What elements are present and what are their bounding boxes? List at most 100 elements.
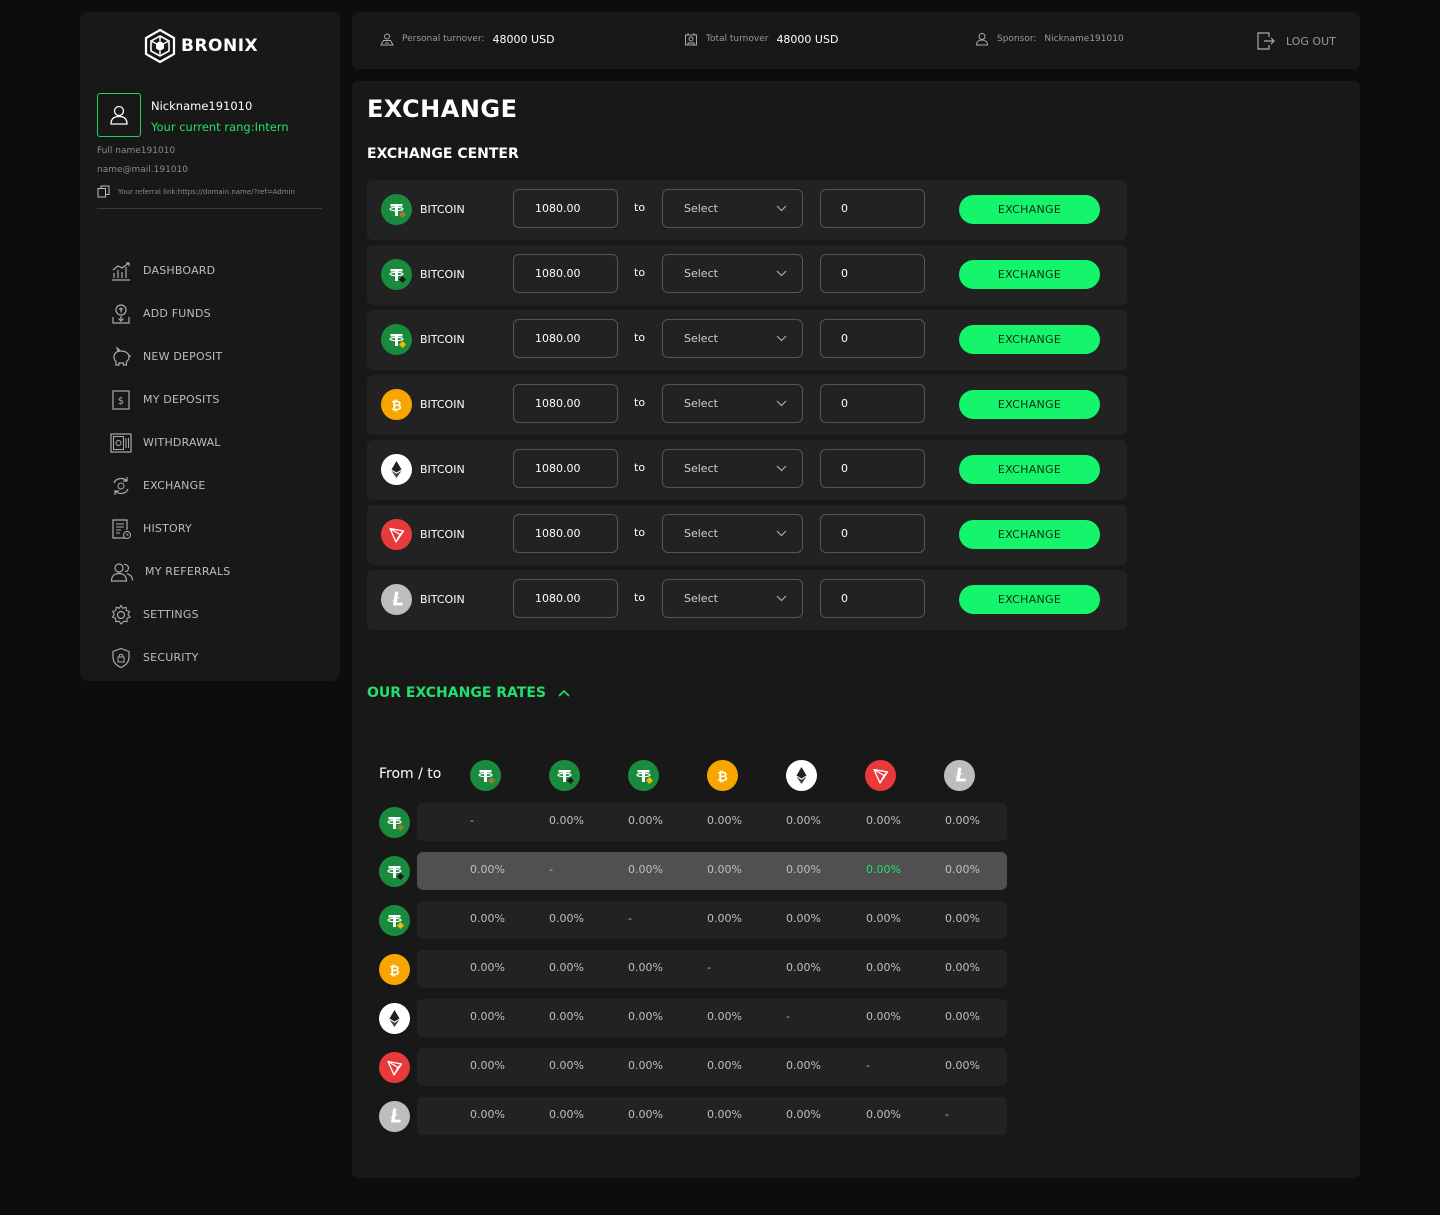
rates-column-trx-icon	[865, 760, 896, 791]
exchange-button[interactable]: EXCHANGE	[959, 325, 1100, 354]
rate-cell: -	[470, 814, 474, 827]
rate-cell: 0.00%	[866, 1010, 901, 1023]
exchange-rates-toggle[interactable]: OUR EXCHANGE RATES	[367, 685, 570, 701]
sidebar-item-label: SECURITY	[143, 651, 199, 664]
result-field[interactable]	[820, 384, 925, 423]
target-currency-select[interactable]: Select	[662, 254, 803, 293]
coin-name: BITCOIN	[420, 268, 465, 281]
amount-input[interactable]	[513, 514, 618, 553]
total-turnover-value: 48000 USD	[776, 32, 839, 46]
amount-input[interactable]	[513, 384, 618, 423]
email: name@mail.191010	[97, 165, 189, 175]
amount-input[interactable]	[513, 449, 618, 488]
exchange-row: BITCOIN to Select EXCHANGE	[367, 310, 1127, 370]
result-field[interactable]	[820, 579, 925, 618]
main-panel: EXCHANGE EXCHANGE CENTER BITCOIN to Select…	[352, 81, 1360, 1178]
rates-column-usdt-3-icon	[628, 760, 659, 791]
amount-input[interactable]	[513, 189, 618, 228]
sidebar-item-history[interactable]: HISTORY	[110, 507, 320, 550]
coin-name: BITCOIN	[420, 398, 465, 411]
result-field[interactable]	[820, 514, 925, 553]
sidebar-item-security[interactable]: SECURITY	[110, 636, 320, 679]
rate-cell: 0.00%	[628, 1108, 663, 1121]
exchange-icon	[113, 476, 129, 495]
rates-row[interactable]: 0.00% - 0.00% 0.00% 0.00% 0.00% 0.00%	[417, 852, 1007, 890]
exchange-button[interactable]: EXCHANGE	[959, 455, 1100, 484]
exchange-row: BITCOIN to Select EXCHANGE	[367, 570, 1127, 630]
amount-input[interactable]	[513, 579, 618, 618]
sponsor: Sponsor: Nickname191010	[975, 32, 1124, 46]
rate-cell: 0.00%	[470, 1010, 505, 1023]
rate-cell: -	[866, 1059, 870, 1072]
chevron-down-icon	[776, 205, 787, 212]
rate-cell: 0.00%	[945, 1059, 980, 1072]
nickname: Nickname191010	[151, 99, 253, 113]
user-icon	[975, 33, 989, 46]
sidebar-item-label: HISTORY	[143, 522, 192, 535]
amount-input[interactable]	[513, 319, 618, 358]
chevron-down-icon	[776, 465, 787, 472]
rates-row: 0.00% 0.00% 0.00% 0.00% - 0.00% 0.00%	[417, 999, 1007, 1037]
coin-trx-icon	[381, 519, 412, 550]
total-turnover-label: Total turnover	[706, 34, 769, 44]
target-currency-select[interactable]: Select	[662, 384, 803, 423]
result-field[interactable]	[820, 189, 925, 228]
brand-logo[interactable]: BRONIX	[143, 28, 258, 64]
target-currency-select[interactable]: Select	[662, 514, 803, 553]
rate-cell: 0.00%	[707, 814, 742, 827]
copy-icon[interactable]	[97, 185, 110, 198]
sidebar-item-settings[interactable]: SETTINGS	[110, 593, 320, 636]
rate-cell: 0.00%	[628, 1059, 663, 1072]
sidebar-item-exchange[interactable]: EXCHANGE	[110, 464, 320, 507]
coin-name: BITCOIN	[420, 528, 465, 541]
target-currency-select[interactable]: Select	[662, 579, 803, 618]
sidebar-divider	[97, 208, 322, 209]
sidebar-item-new-deposit[interactable]: NEW DEPOSIT	[110, 335, 320, 378]
rates-row-usdt-2-icon	[379, 856, 410, 887]
coin-name: BITCOIN	[420, 203, 465, 216]
logout-button[interactable]: LOG OUT	[1256, 31, 1336, 51]
sidebar-item-my-referrals[interactable]: MY REFERRALS	[110, 550, 320, 593]
rate-cell: 0.00%	[945, 961, 980, 974]
rate-cell: 0.00%	[945, 863, 980, 876]
rate-cell: -	[786, 1010, 790, 1023]
referral-link[interactable]: Your referral link:https://domain.name/?…	[97, 185, 295, 198]
sidebar-item-label: ADD FUNDS	[143, 307, 211, 320]
rate-cell: 0.00%	[628, 1010, 663, 1023]
user-icon	[110, 105, 128, 125]
rates-column-btc-icon: ₿	[707, 760, 738, 791]
result-field[interactable]	[820, 254, 925, 293]
rates-row: 0.00% 0.00% 0.00% - 0.00% 0.00% 0.00%	[417, 950, 1007, 988]
sidebar-item-my-deposits[interactable]: $ MY DEPOSITS	[110, 378, 320, 421]
exchange-button[interactable]: EXCHANGE	[959, 260, 1100, 289]
bronix-logo-icon	[144, 28, 176, 64]
amount-input[interactable]	[513, 254, 618, 293]
total-turnover-icon	[685, 33, 697, 46]
target-currency-select[interactable]: Select	[662, 319, 803, 358]
gear-icon	[111, 603, 131, 625]
rate-cell: 0.00%	[707, 1108, 742, 1121]
result-field[interactable]	[820, 449, 925, 488]
target-currency-select[interactable]: Select	[662, 449, 803, 488]
exchange-button[interactable]: EXCHANGE	[959, 585, 1100, 614]
rate-cell: 0.00%	[786, 1059, 821, 1072]
exchange-row: BITCOIN to Select EXCHANGE	[367, 245, 1127, 305]
select-value: Select	[684, 202, 718, 215]
exchange-button[interactable]: EXCHANGE	[959, 520, 1100, 549]
result-field[interactable]	[820, 319, 925, 358]
rates-column-usdt-1-icon	[470, 760, 501, 791]
brand-name: BRONIX	[181, 36, 259, 56]
rate-cell: -	[628, 912, 632, 925]
select-value: Select	[684, 267, 718, 280]
exchange-button[interactable]: EXCHANGE	[959, 195, 1100, 224]
rate-cell: 0.00%	[470, 961, 505, 974]
top-bar: Personal turnover: 48000 USD Total turno…	[352, 12, 1360, 69]
target-currency-select[interactable]: Select	[662, 189, 803, 228]
svg-text:₿: ₿	[389, 964, 400, 979]
sidebar-item-add-funds[interactable]: ADD FUNDS	[110, 292, 320, 335]
avatar[interactable]	[97, 93, 141, 137]
sidebar-item-withdrawal[interactable]: WITHDRAWAL	[110, 421, 320, 464]
rate-cell: -	[707, 961, 711, 974]
exchange-button[interactable]: EXCHANGE	[959, 390, 1100, 419]
sidebar-item-dashboard[interactable]: DASHBOARD	[110, 249, 320, 292]
